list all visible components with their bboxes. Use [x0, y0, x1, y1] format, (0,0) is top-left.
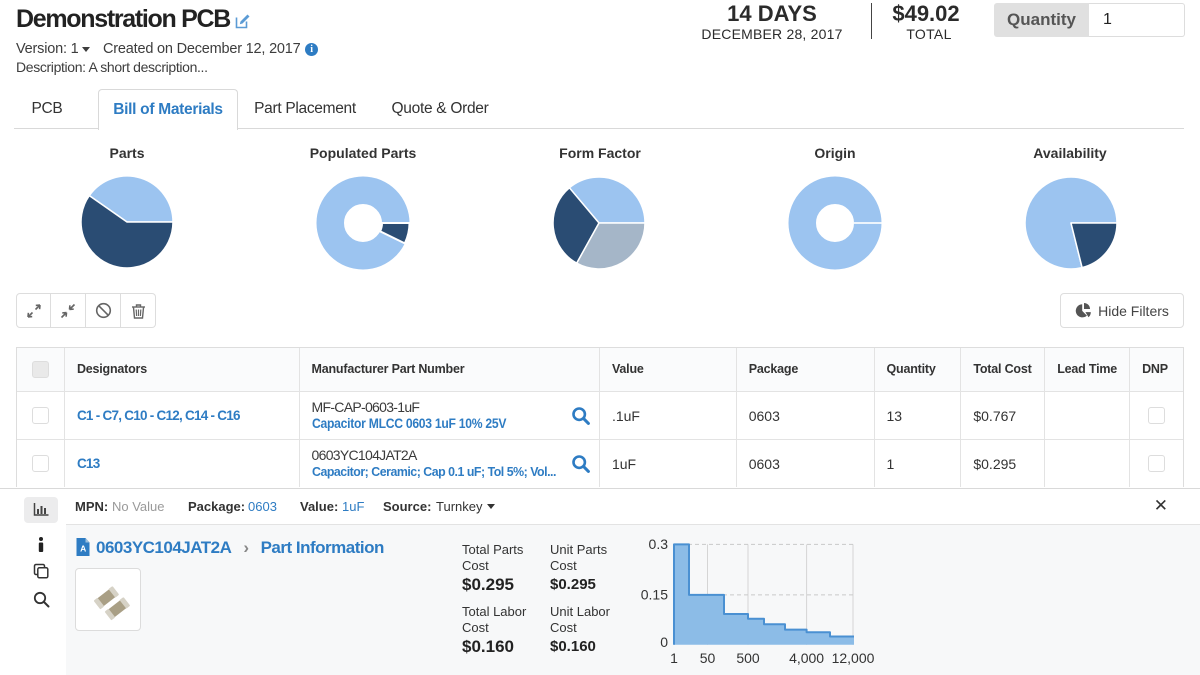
svg-text:0.3: 0.3 — [649, 536, 669, 552]
svg-text:50: 50 — [700, 650, 716, 666]
svg-text:4,000: 4,000 — [789, 650, 824, 666]
svg-text:500: 500 — [736, 650, 760, 666]
svg-text:1: 1 — [670, 650, 678, 666]
svg-text:0.15: 0.15 — [641, 587, 668, 603]
svg-text:A: A — [80, 544, 86, 554]
svg-text:12,000: 12,000 — [832, 650, 875, 666]
svg-text:0: 0 — [660, 634, 668, 650]
